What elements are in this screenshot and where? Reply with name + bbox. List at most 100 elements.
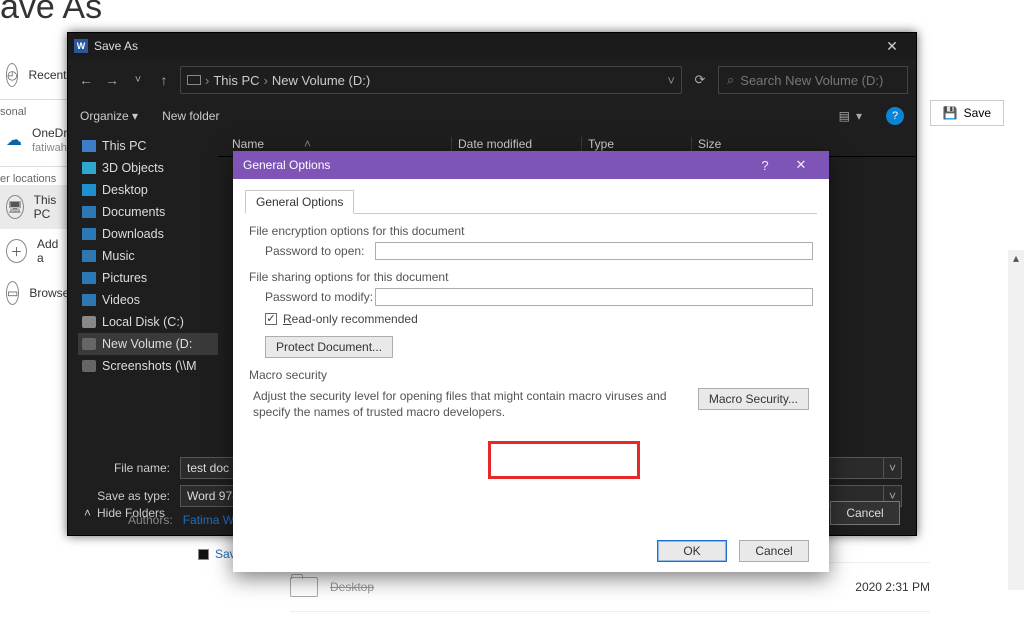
save-btn-label: Save xyxy=(964,106,991,120)
disk-icon xyxy=(82,316,96,328)
file-sharing-header: File sharing options for this document xyxy=(249,270,813,284)
addplace-item[interactable]: ＋ Add a xyxy=(0,229,70,273)
tree-pictures[interactable]: Pictures xyxy=(78,267,218,289)
recent-item[interactable]: ◴ Recent xyxy=(0,55,70,95)
cloud-icon: ☁ xyxy=(6,130,22,150)
ok-button[interactable]: OK xyxy=(657,540,727,562)
up-icon[interactable]: ↑ xyxy=(154,72,174,88)
tree-localdisk[interactable]: Local Disk (C:) xyxy=(78,311,218,333)
organize-menu[interactable]: Organize ▾ xyxy=(80,109,138,123)
file-row-date: 2020 2:31 PM xyxy=(855,580,930,594)
macro-security-header: Macro security xyxy=(249,368,813,382)
disk-icon xyxy=(82,360,96,372)
save-button[interactable]: 💾 Save xyxy=(930,100,1004,126)
backstage-sidebar: ◴ Recent sonal ☁OneDrifatiwaha er locatio… xyxy=(0,55,70,313)
folder-tree[interactable]: This PC 3D Objects Desktop Documents Dow… xyxy=(68,131,218,443)
section-personal: sonal xyxy=(0,99,70,118)
tree-screenshots[interactable]: Screenshots (\\M xyxy=(78,355,218,377)
col-date[interactable]: Date modified xyxy=(451,137,581,151)
tree-downloads[interactable]: Downloads xyxy=(78,223,218,245)
tree-desktop[interactable]: Desktop xyxy=(78,179,218,201)
music-icon xyxy=(82,250,96,262)
folder-icon: ▭ xyxy=(6,281,19,305)
addplace-label: Add a xyxy=(37,237,64,265)
readonly-recommended-check[interactable]: ✓ RRead-only recommendedead-only recomme… xyxy=(265,312,813,326)
documents-icon xyxy=(82,206,96,218)
back-icon[interactable]: ← xyxy=(76,72,96,88)
refresh-icon[interactable]: ⟳ xyxy=(688,72,712,88)
help-icon[interactable]: ? xyxy=(747,158,783,173)
address-bar[interactable]: › This PC › New Volume (D:) ˅ xyxy=(180,66,682,94)
forward-icon[interactable]: → xyxy=(102,72,122,88)
crumb-thispc[interactable]: This PC xyxy=(213,73,259,88)
dropdown-icon[interactable]: ˅ xyxy=(884,457,902,479)
folder-icon xyxy=(290,577,318,597)
tab-general-options[interactable]: General Options xyxy=(245,190,354,214)
checkbox-icon[interactable]: ✓ xyxy=(265,313,277,325)
general-options-dialog: General Options ? ✕ General Options File… xyxy=(233,151,829,572)
macro-security-button[interactable]: Macro Security... xyxy=(698,388,809,410)
close-icon[interactable]: ✕ xyxy=(783,157,819,173)
chevron-down-icon[interactable]: ˅ xyxy=(667,73,675,88)
help-icon[interactable]: ? xyxy=(886,107,904,125)
save-icon: 💾 xyxy=(943,106,958,120)
pc-icon xyxy=(187,75,201,85)
crumb-newvolume[interactable]: New Volume (D:) xyxy=(272,73,370,88)
tree-newvolume[interactable]: New Volume (D: xyxy=(78,333,218,355)
protect-document-button[interactable]: Protect Document... xyxy=(265,336,393,358)
password-modify-field[interactable] xyxy=(375,288,813,306)
recent-label: Recent xyxy=(28,68,66,82)
col-type[interactable]: Type xyxy=(581,137,691,151)
sort-indicator-icon: ˄ xyxy=(304,137,311,151)
file-encryption-header: File encryption options for this documen… xyxy=(249,224,813,238)
videos-icon xyxy=(82,294,96,306)
col-size[interactable]: Size xyxy=(691,137,771,151)
search-input[interactable]: ⌕ Search New Volume (D:) xyxy=(718,66,908,94)
view-menu[interactable]: ▤▾ xyxy=(839,109,862,123)
search-placeholder: Search New Volume (D:) xyxy=(740,73,883,88)
browse-item[interactable]: ▭ Browse xyxy=(0,273,70,313)
password-open-label: Password to open: xyxy=(265,244,375,258)
password-modify-label: Password to modify: xyxy=(265,290,375,304)
toolbar: Organize ▾ New folder ▤▾ ? xyxy=(68,101,916,131)
scrollbar[interactable]: ▴ xyxy=(1008,250,1024,590)
cancel-button[interactable]: Cancel xyxy=(739,540,809,562)
browse-label: Browse xyxy=(29,286,69,300)
page-title: ave As xyxy=(0,0,102,27)
thispc-item[interactable]: 🖥This PC xyxy=(0,185,70,229)
downloads-icon xyxy=(82,228,96,240)
clock-icon: ◴ xyxy=(6,63,18,87)
section-other: er locations xyxy=(0,166,70,185)
tree-music[interactable]: Music xyxy=(78,245,218,267)
newfolder-button[interactable]: New folder xyxy=(162,109,219,123)
cancel-button[interactable]: Cancel xyxy=(830,501,900,525)
pc-icon xyxy=(82,140,96,152)
readonly-label: RRead-only recommendedead-only recommend… xyxy=(283,312,418,326)
dialog-titlebar: W Save As ✕ xyxy=(68,33,916,59)
tree-documents[interactable]: Documents xyxy=(78,201,218,223)
caret-down-icon: ▾ xyxy=(132,109,138,123)
view-icon: ▤ xyxy=(839,109,850,123)
scroll-up-icon[interactable]: ▴ xyxy=(1008,250,1024,266)
chevron-up-icon: ˄ xyxy=(84,506,91,520)
tree-thispc[interactable]: This PC xyxy=(78,135,218,157)
caret-down-icon: ▾ xyxy=(856,109,862,123)
plus-icon: ＋ xyxy=(6,239,27,263)
checkbox-icon[interactable] xyxy=(198,549,209,560)
file-row-name: Desktop xyxy=(330,580,374,594)
tree-videos[interactable]: Videos xyxy=(78,289,218,311)
hide-folders-button[interactable]: ˄Hide Folders xyxy=(84,506,165,520)
filename-label: File name: xyxy=(82,461,170,475)
tab-strip: General Options xyxy=(245,189,817,214)
col-name[interactable]: Name˄ xyxy=(226,137,451,151)
desktop-icon xyxy=(82,184,96,196)
disk-icon xyxy=(82,338,96,350)
close-icon[interactable]: ✕ xyxy=(874,38,910,55)
onedrive-item[interactable]: ☁OneDrifatiwaha xyxy=(0,118,70,162)
recent-nav-icon[interactable]: ˅ xyxy=(128,74,148,86)
pictures-icon xyxy=(82,272,96,284)
password-open-field[interactable] xyxy=(375,242,813,260)
chevron-right-icon: › xyxy=(205,73,209,88)
tree-3dobjects[interactable]: 3D Objects xyxy=(78,157,218,179)
nav-bar: ← → ˅ ↑ › This PC › New Volume (D:) ˅ ⟳ … xyxy=(68,59,916,101)
